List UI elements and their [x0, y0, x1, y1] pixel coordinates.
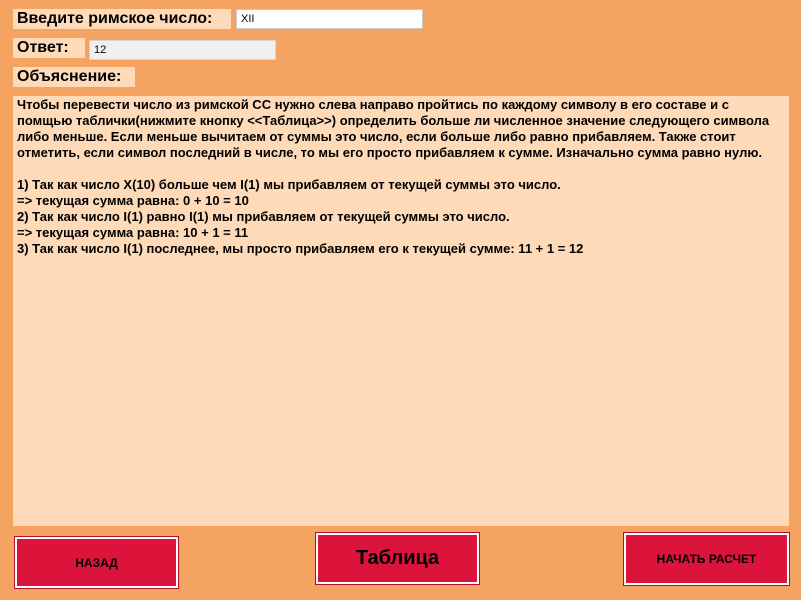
explanation-step-2: 2) Так как число I(1) равно I(1) мы приб…: [17, 209, 510, 224]
start-calculation-button[interactable]: НАЧАТЬ РАСЧЕТ: [623, 532, 790, 586]
explanation-text-area[interactable]: Чтобы перевести число из римской СС нужн…: [13, 96, 789, 526]
back-button[interactable]: НАЗАД: [14, 536, 179, 589]
answer-field[interactable]: 12: [89, 40, 276, 60]
explanation-label: Объяснение:: [13, 67, 135, 87]
explanation-step-2-result: => текущая сумма равна: 10 + 1 = 11: [17, 225, 249, 240]
explanation-step-1-result: => текущая сумма равна: 0 + 10 = 10: [17, 193, 249, 208]
explanation-gap: [17, 161, 785, 177]
table-button[interactable]: Таблица: [315, 532, 480, 585]
roman-number-label: Введите римское число:: [13, 9, 231, 29]
answer-label: Ответ:: [13, 38, 85, 58]
explanation-step-1: 1) Так как число X(10) больше чем I(1) м…: [17, 177, 561, 192]
explanation-intro: Чтобы перевести число из римской СС нужн…: [17, 97, 770, 160]
explanation-step-3: 3) Так как число I(1) последнее, мы прос…: [17, 241, 584, 256]
roman-number-input[interactable]: XII: [236, 9, 423, 29]
